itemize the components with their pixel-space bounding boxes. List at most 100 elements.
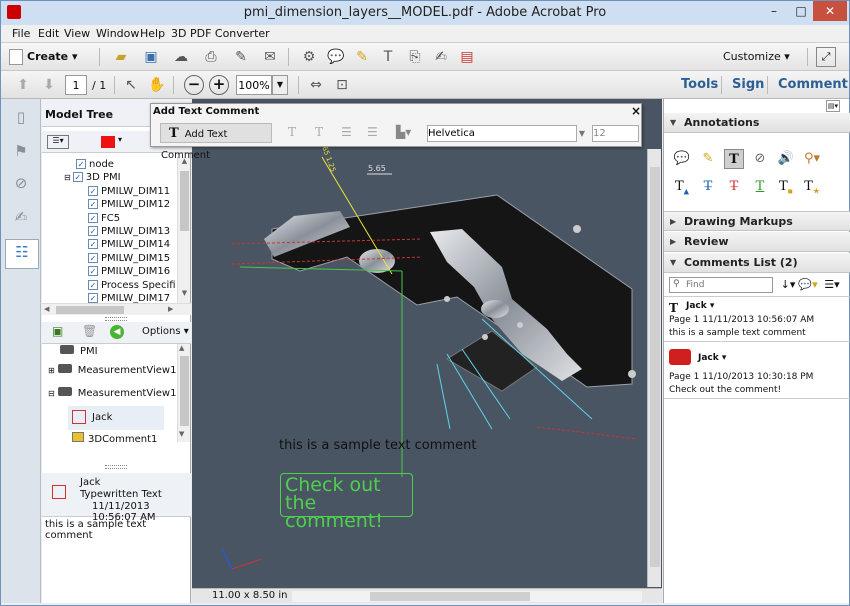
green-callout-comment[interactable]: Check out the comment! xyxy=(280,473,413,531)
menu-edit[interactable]: Edit xyxy=(38,27,59,40)
underline-icon[interactable]: T xyxy=(750,177,770,197)
pages-thumbnail-icon[interactable]: ▯ xyxy=(9,105,33,129)
comment-tab[interactable]: Comment xyxy=(778,77,848,92)
review-section-header[interactable]: ▶ Review xyxy=(664,232,850,252)
sticky-note-icon[interactable]: 💬 xyxy=(672,149,692,169)
doc-hscroll-thumb[interactable] xyxy=(370,592,530,601)
line-spacing-up-icon[interactable]: ☰ xyxy=(367,125,378,139)
menu-window[interactable]: Window xyxy=(96,27,139,40)
zoom-dropdown-icon[interactable]: ▼ xyxy=(272,75,288,95)
email-icon[interactable]: ✉ xyxy=(260,47,280,67)
bookmark-icon[interactable]: ⚑ xyxy=(9,139,33,163)
highlight-text-icon[interactable]: T xyxy=(378,47,398,67)
add-view-icon[interactable]: ▣ xyxy=(52,324,68,340)
sort-icon[interactable]: ↓▾ xyxy=(778,275,798,295)
font-size-field[interactable] xyxy=(592,125,639,142)
highlight-icon[interactable]: ✎ xyxy=(698,149,718,169)
sample-text-comment[interactable]: this is a sample text comment xyxy=(279,438,476,453)
find-input[interactable] xyxy=(686,279,770,291)
close-window-button[interactable]: ✕ xyxy=(813,1,847,21)
doc-vscrollbar[interactable] xyxy=(647,149,661,587)
find-field[interactable]: ⚲ xyxy=(669,277,773,293)
tree-item[interactable]: ⊟ ✓ 3D PMI xyxy=(64,172,121,185)
comment-bubble-icon[interactable]: 💬 xyxy=(326,47,346,67)
comment-item[interactable]: T Jack ▾ Page 1 11/11/2013 10:56:07 AM t… xyxy=(664,296,850,342)
stamp-icon[interactable]: ⚲▾ xyxy=(802,149,822,169)
tree-item[interactable]: ✓ PMILW_DIM11 xyxy=(88,185,170,199)
text-size-up-icon[interactable]: T xyxy=(315,125,323,139)
tree-hscroll-thumb[interactable] xyxy=(56,306,124,314)
save-icon[interactable]: ▣ xyxy=(141,47,161,67)
tree-scrollbar[interactable]: ▲ ▼ xyxy=(177,157,190,303)
visibility-checkbox[interactable]: ✓ xyxy=(88,239,98,250)
view-item[interactable]: PMI xyxy=(48,345,98,358)
text-size-down-icon[interactable]: T xyxy=(288,125,296,139)
views-scroll-thumb[interactable] xyxy=(180,356,189,426)
view-item[interactable]: ⊞ MeasurementView16 xyxy=(48,364,177,377)
views-options-menu[interactable]: Options ▾ xyxy=(142,326,189,337)
fit-page-icon[interactable]: ⊡ xyxy=(332,75,352,95)
minimize-button[interactable]: – xyxy=(761,1,787,21)
replace-text-icon[interactable]: T̶ xyxy=(698,177,718,197)
strikethrough-icon[interactable]: T̶ xyxy=(724,177,744,197)
views-scrollbar[interactable]: ▲ ▼ xyxy=(177,344,190,442)
model-tree-icon[interactable]: ☷ xyxy=(5,239,39,269)
collapse-icon[interactable]: ⊟ xyxy=(64,173,71,182)
collapse-icon[interactable]: ⊟ xyxy=(48,389,55,398)
select-arrow-icon[interactable]: ↖ xyxy=(121,75,141,95)
visibility-checkbox[interactable]: ✓ xyxy=(88,252,98,263)
font-field[interactable] xyxy=(427,125,577,142)
tree-options-icon[interactable]: ☰▾ xyxy=(47,135,69,149)
pdf-form-icon[interactable]: ▤ xyxy=(457,47,477,67)
menu-view[interactable]: View xyxy=(64,27,90,40)
comment-item[interactable]: Jack ▾ Page 1 11/10/2013 10:30:18 PM Che… xyxy=(664,343,850,399)
next-page-icon[interactable]: ⬇ xyxy=(39,75,59,95)
tree-item[interactable]: ✓ PMILW_DIM16 xyxy=(88,266,170,279)
color-swatch-icon[interactable] xyxy=(101,136,115,148)
page-number-input[interactable] xyxy=(65,75,87,95)
visibility-checkbox[interactable]: ✓ xyxy=(72,172,83,183)
close-panel-button[interactable]: × xyxy=(631,104,641,118)
record-audio-icon[interactable]: 🔊 xyxy=(776,149,796,169)
annotations-section-header[interactable]: ▼ Annotations xyxy=(664,113,850,133)
highlight-text-icon[interactable]: T★ xyxy=(802,177,822,197)
comments-options-icon[interactable]: ☰▾ xyxy=(822,275,842,295)
cloud-upload-icon[interactable]: ☁ xyxy=(171,47,191,67)
comments-list-section-header[interactable]: ▼ Comments List (2) xyxy=(664,253,850,273)
settings-gear-icon[interactable]: ⚙ xyxy=(299,47,319,67)
fit-width-icon[interactable]: ⇔ xyxy=(306,75,326,95)
note-to-replace-icon[interactable]: T▪ xyxy=(776,177,796,197)
view-item[interactable]: ⊟ MeasurementView16 xyxy=(48,387,177,400)
zoom-input[interactable] xyxy=(236,75,272,95)
tree-item[interactable]: ✓ PMILW_DIM12 xyxy=(88,199,170,212)
expand-icon[interactable]: ⤢ xyxy=(816,47,836,67)
tree-item[interactable]: ✓ PMILW_DIM15 xyxy=(88,252,170,266)
sticky-note-icon[interactable]: ✎ xyxy=(352,47,372,67)
add-text-comment-button[interactable]: T Add Text Comment xyxy=(160,123,272,161)
attach-file-icon[interactable]: ⊘ xyxy=(750,149,770,169)
tree-scroll-thumb[interactable] xyxy=(180,171,189,231)
tree-item[interactable]: ✓ FC5 xyxy=(88,212,120,226)
menu-file[interactable]: File xyxy=(12,27,30,40)
visibility-checkbox[interactable]: ✓ xyxy=(88,199,98,210)
stamp-icon[interactable]: ⎘ xyxy=(405,47,425,67)
menu-help[interactable]: Help xyxy=(140,27,165,40)
pane-menu-icon[interactable]: ▤▾ xyxy=(826,100,840,112)
tree-hscrollbar[interactable]: ◀ ▶ xyxy=(42,303,191,315)
tools-tab[interactable]: Tools xyxy=(681,77,718,92)
text-color-icon[interactable]: ▙▾ xyxy=(396,125,411,139)
sign-tab[interactable]: Sign xyxy=(732,77,764,92)
font-dropdown-icon[interactable]: ▼ xyxy=(575,125,589,142)
visibility-checkbox[interactable]: ✓ xyxy=(88,185,98,196)
open-folder-icon[interactable]: ▰ xyxy=(111,47,131,67)
3d-model-view[interactable]: 5.65 0.65 1.25 xyxy=(192,99,662,589)
zoom-in-icon[interactable]: + xyxy=(209,75,229,95)
print-icon[interactable]: ⎙ xyxy=(201,47,221,67)
tree-item[interactable]: ✓ PMILW_DIM14 xyxy=(88,239,170,252)
view-item[interactable]: 3DComment1 xyxy=(72,432,157,442)
zoom-out-icon[interactable]: − xyxy=(184,75,204,95)
color-dropdown-icon[interactable]: ▾ xyxy=(118,135,122,144)
view-item[interactable]: Jack xyxy=(68,406,164,430)
signature-icon[interactable]: ✍ xyxy=(9,205,33,229)
visibility-checkbox[interactable]: ✓ xyxy=(88,212,98,223)
